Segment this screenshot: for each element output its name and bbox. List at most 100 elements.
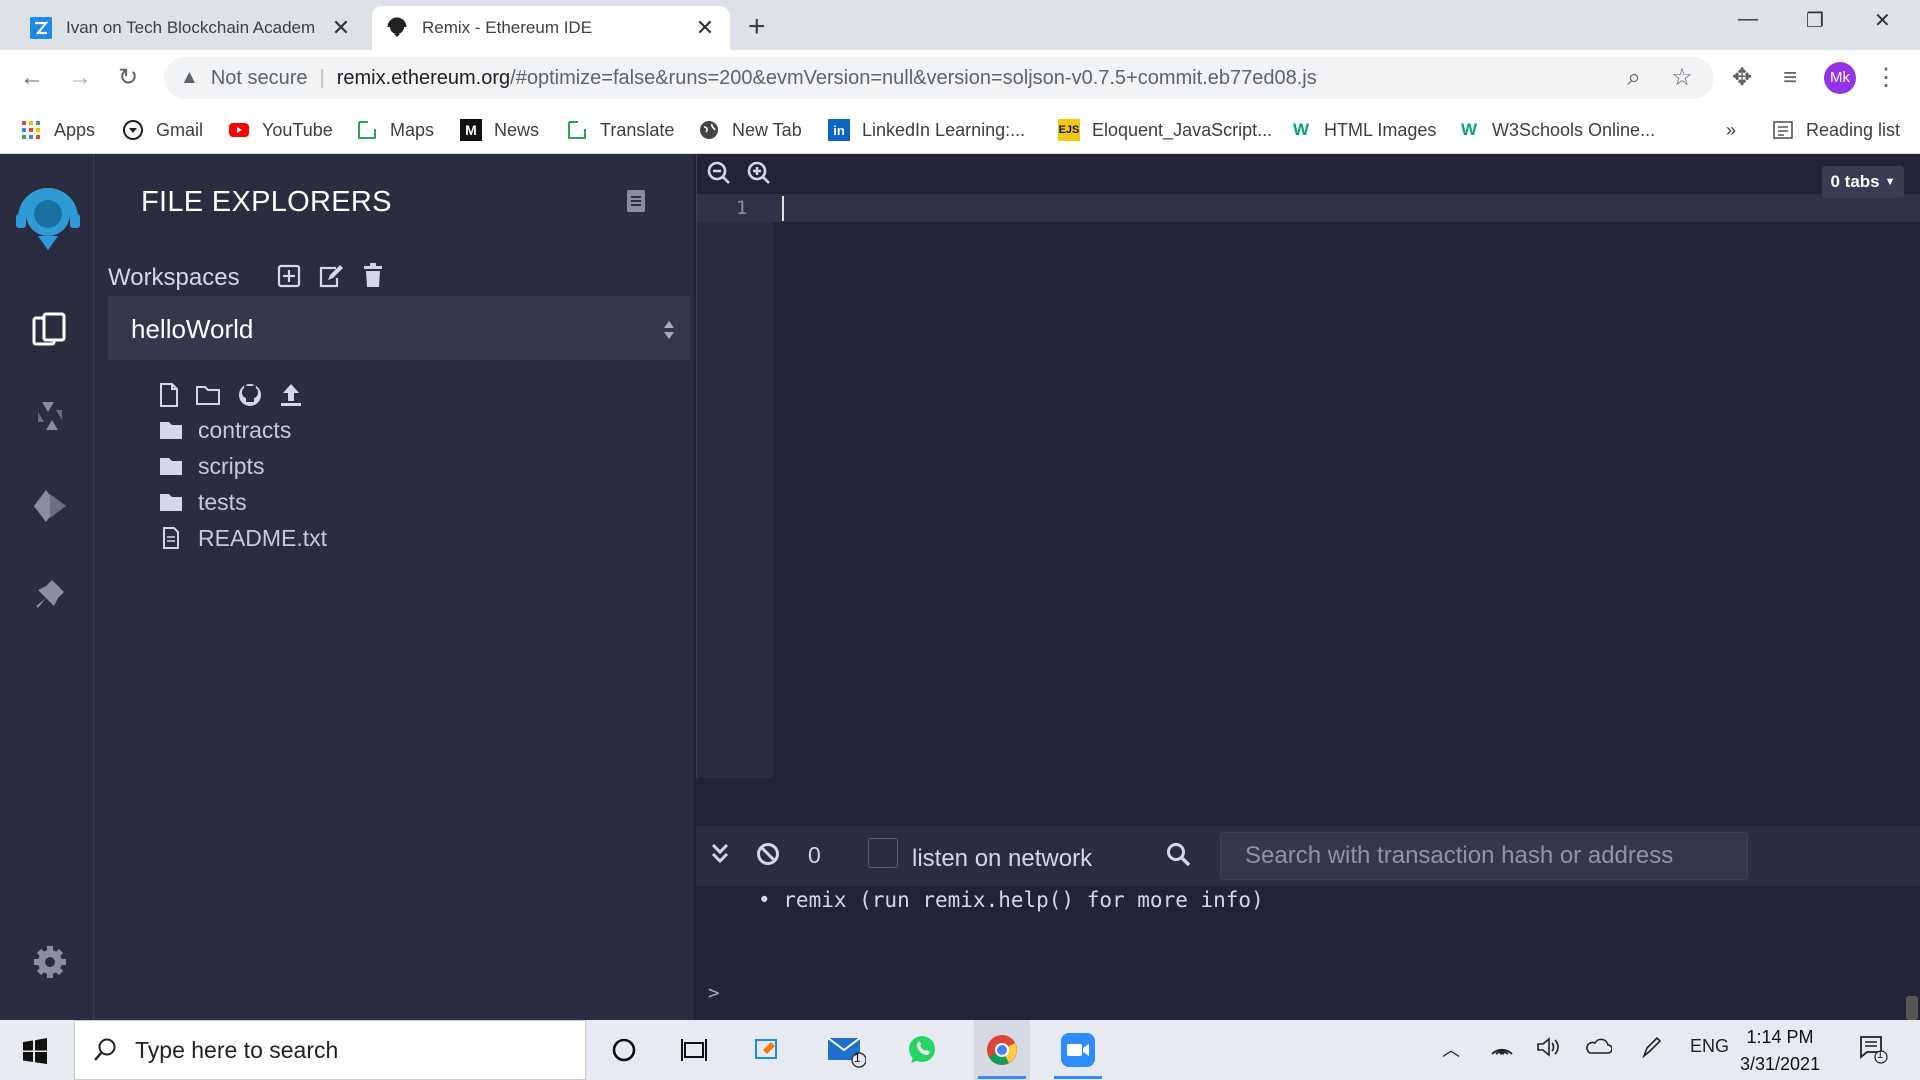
bookmark-label: Eloquent_JavaScript... xyxy=(1092,119,1273,140)
volume-icon[interactable] xyxy=(1536,1036,1560,1058)
url-host: remix.ethereum.org xyxy=(336,66,511,89)
tree-item-label: scripts xyxy=(198,452,265,479)
clock[interactable]: 1:14 PM 3/31/2021 xyxy=(1740,1024,1820,1078)
youtube-icon xyxy=(229,123,249,137)
zoom-app-icon[interactable] xyxy=(1050,1020,1106,1080)
upload-icon[interactable] xyxy=(279,382,303,408)
bookmark-new-tab[interactable]: New Tab xyxy=(698,116,802,144)
notification-center-icon[interactable]: 1 xyxy=(1858,1034,1888,1064)
deploy-run-icon[interactable] xyxy=(28,484,72,528)
tree-item-label: tests xyxy=(198,488,247,515)
profile-avatar[interactable]: Mk xyxy=(1824,62,1856,94)
new-tab-button[interactable]: + xyxy=(748,10,766,44)
listen-on-network-label[interactable]: listen on network xyxy=(912,845,1092,873)
new-file-icon[interactable] xyxy=(158,382,180,408)
reading-list-button[interactable]: Reading list xyxy=(1772,116,1900,144)
clear-console-icon[interactable] xyxy=(756,842,780,866)
listen-on-network-checkbox[interactable] xyxy=(868,838,898,868)
solidity-compiler-icon[interactable] xyxy=(28,394,72,438)
clock-time: 1:14 PM xyxy=(1746,1027,1814,1047)
forward-icon[interactable]: → xyxy=(66,64,94,92)
tab-remix[interactable]: Remix - Ethereum IDE ✕ xyxy=(372,6,730,50)
tree-item-tests[interactable]: tests xyxy=(158,486,247,518)
documentation-icon[interactable] xyxy=(624,188,648,214)
show-hidden-icons[interactable]: ︿ xyxy=(1442,1036,1460,1062)
restore-window-icon[interactable]: ❐ xyxy=(1806,8,1824,33)
extensions-icon[interactable]: ✥ xyxy=(1728,64,1756,92)
tree-item-readme[interactable]: README.txt xyxy=(158,522,327,554)
bookmarks-overflow-button[interactable]: » xyxy=(1726,116,1736,144)
folder-icon xyxy=(160,494,182,511)
snip-sketch-icon[interactable] xyxy=(746,1030,790,1070)
bookmarks-bar: Apps Gmail YouTube Maps M News Translate… xyxy=(0,106,1920,154)
bookmark-linkedin-learning[interactable]: in LinkedIn Learning:... xyxy=(828,116,1025,144)
linkedin-icon: in xyxy=(828,119,850,141)
wifi-icon[interactable] xyxy=(1490,1036,1514,1058)
task-view-icon[interactable] xyxy=(672,1030,716,1070)
windows-start-icon[interactable] xyxy=(22,1038,48,1064)
bookmark-eloquent-javascript[interactable]: EJS Eloquent_JavaScript... xyxy=(1058,116,1272,144)
back-icon[interactable]: ← xyxy=(18,64,46,92)
bookmark-html-images[interactable]: W HTML Images xyxy=(1290,116,1436,144)
github-icon[interactable] xyxy=(237,382,263,408)
tab-ivan-on-tech[interactable]: Ivan on Tech Blockchain Academ ✕ xyxy=(16,6,366,50)
active-line-highlight xyxy=(697,194,1920,222)
new-folder-icon[interactable] xyxy=(195,384,221,406)
close-tab-icon[interactable]: ✕ xyxy=(330,15,352,41)
settings-gear-icon[interactable] xyxy=(28,940,72,984)
bookmark-apps[interactable]: Apps xyxy=(20,116,95,144)
collapse-terminal-icon[interactable] xyxy=(710,842,730,866)
media-controls-icon[interactable]: ≡ xyxy=(1776,64,1804,92)
remix-logo-icon[interactable] xyxy=(8,184,88,254)
rename-workspace-icon[interactable] xyxy=(318,264,344,288)
search-icon xyxy=(1167,843,1191,867)
bookmark-star-icon[interactable]: ☆ xyxy=(1668,64,1696,92)
terminal-output-line: • remix (run remix.help() for more info) xyxy=(758,888,1264,912)
zoom-icon[interactable]: ⌕ xyxy=(1620,64,1648,92)
bookmark-label: Maps xyxy=(390,119,435,140)
workspace-selected-value[interactable]: helloWorld xyxy=(131,314,253,345)
bookmark-gmail[interactable]: Gmail xyxy=(122,116,203,144)
reload-icon[interactable]: ↻ xyxy=(114,64,142,92)
terminal-prompt[interactable]: > xyxy=(708,982,719,1004)
taskbar-search-box[interactable]: Type here to search xyxy=(74,1020,586,1080)
caret-down-icon: ▼ xyxy=(1884,176,1896,188)
plugin-manager-icon[interactable] xyxy=(28,572,72,616)
tree-item-contracts[interactable]: contracts xyxy=(158,414,291,446)
select-arrows-icon[interactable] xyxy=(662,318,676,342)
mail-app-icon[interactable]: 1 xyxy=(824,1030,868,1070)
bookmark-w3schools[interactable]: W W3Schools Online... xyxy=(1458,116,1655,144)
terminal-scrollbar[interactable] xyxy=(1906,996,1918,1020)
whatsapp-icon[interactable] xyxy=(900,1030,944,1070)
pen-workspace-icon[interactable] xyxy=(1640,1036,1664,1058)
language-indicator[interactable]: ENG xyxy=(1690,1036,1729,1057)
security-label[interactable]: Not secure xyxy=(211,67,308,90)
close-tab-icon[interactable]: ✕ xyxy=(694,15,716,41)
bookmark-youtube[interactable]: YouTube xyxy=(228,116,333,144)
bookmark-translate[interactable]: Translate xyxy=(566,116,674,144)
browser-tab-strip: Ivan on Tech Blockchain Academ ✕ Remix -… xyxy=(0,0,1920,50)
bookmark-label: Translate xyxy=(600,119,675,140)
zoom-out-icon[interactable] xyxy=(706,160,732,186)
chrome-taskbar-icon[interactable] xyxy=(974,1020,1030,1080)
close-window-icon[interactable]: ✕ xyxy=(1874,8,1891,33)
tabs-dropdown-button[interactable]: 0 tabs ▼ xyxy=(1822,166,1904,198)
warning-icon[interactable]: ▲ xyxy=(180,67,199,89)
chrome-menu-icon[interactable]: ⋮ xyxy=(1872,64,1900,92)
bookmark-maps[interactable]: Maps xyxy=(356,116,434,144)
transaction-search-input[interactable]: Search with transaction hash or address xyxy=(1220,832,1748,880)
tree-item-scripts[interactable]: scripts xyxy=(158,450,264,482)
code-editor[interactable] xyxy=(696,154,1920,778)
cortana-icon[interactable] xyxy=(602,1030,646,1070)
file-explorer-icon[interactable] xyxy=(28,308,72,352)
create-workspace-icon[interactable] xyxy=(277,264,301,288)
url-path: /#optimize=false&runs=200&evmVersion=nul… xyxy=(510,66,1317,89)
bookmark-news[interactable]: M News xyxy=(460,116,539,144)
bookmark-label: News xyxy=(494,119,540,140)
minimize-window-icon[interactable]: — xyxy=(1738,8,1758,31)
zoom-in-icon[interactable] xyxy=(746,160,772,186)
onedrive-icon[interactable] xyxy=(1584,1036,1612,1056)
delete-workspace-icon[interactable] xyxy=(362,262,384,288)
address-bar[interactable]: ▲ Not secure | remix.ethereum.org/#optim… xyxy=(164,57,1714,99)
taskbar-search-placeholder: Type here to search xyxy=(135,1036,339,1063)
